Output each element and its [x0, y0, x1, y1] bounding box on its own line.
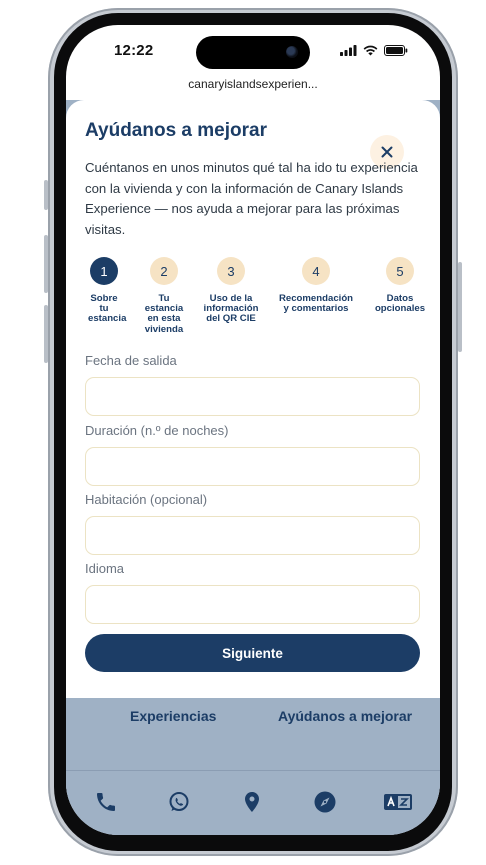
step-label: Datos opcionales — [374, 293, 426, 315]
status-time: 12:22 — [114, 42, 154, 59]
duracion-field[interactable] — [85, 447, 420, 486]
phone-icon[interactable] — [91, 787, 121, 817]
step-2[interactable]: 2 Tu estancia en esta vivienda — [132, 257, 196, 335]
step-number: 4 — [302, 257, 330, 285]
field-label-idioma: Idioma — [85, 561, 125, 576]
step-label: Uso de la información del QR CIE — [203, 293, 259, 325]
step-1[interactable]: 1 Sobre tu estancia — [72, 257, 136, 325]
habitacion-field[interactable] — [85, 516, 420, 555]
wifi-icon — [363, 45, 378, 56]
step-5[interactable]: 5 Datos opcionales — [368, 257, 432, 314]
phone-action-button — [44, 180, 48, 210]
sheet-title: Ayúdanos a mejorar — [85, 120, 267, 141]
battery-icon — [384, 45, 408, 56]
idioma-field[interactable] — [85, 585, 420, 624]
compass-icon[interactable] — [310, 787, 340, 817]
status-icons — [340, 45, 408, 56]
step-3[interactable]: 3 Uso de la información del QR CIE — [199, 257, 263, 325]
camera-icon — [286, 46, 298, 58]
step-label: Recomendación y comentarios — [278, 293, 354, 315]
step-number: 1 — [90, 257, 118, 285]
phone-screen: 12:22 canaryislandsexperien... Experienc… — [66, 25, 440, 835]
signal-icon — [340, 45, 357, 56]
background-links: Experiencias Ayúdanos a mejorar — [66, 705, 440, 745]
browser-url[interactable]: canaryislandsexperien... — [66, 77, 440, 91]
intro-text: Cuéntanos en unos minutos qué tal ha ido… — [85, 160, 418, 237]
field-label-fecha-salida: Fecha de salida — [85, 353, 177, 368]
field-label-duracion: Duración (n.º de noches) — [85, 423, 229, 438]
feedback-sheet: Ayúdanos a mejorar Cuéntanos en unos min… — [66, 100, 440, 698]
step-4[interactable]: 4 Recomendación y comentarios — [276, 257, 356, 314]
step-number: 2 — [150, 257, 178, 285]
phone-volume-up-button — [44, 235, 48, 293]
step-label: Sobre tu estancia — [88, 293, 127, 325]
next-button[interactable]: Siguiente — [85, 634, 420, 672]
translate-icon[interactable] — [382, 787, 416, 817]
dynamic-island — [196, 36, 310, 69]
close-icon — [381, 146, 393, 158]
step-number: 5 — [386, 257, 414, 285]
link-ayudanos[interactable]: Ayúdanos a mejorar — [278, 708, 412, 724]
step-number: 3 — [217, 257, 245, 285]
field-label-habitacion: Habitación (opcional) — [85, 492, 208, 507]
whatsapp-icon[interactable] — [164, 787, 194, 817]
step-label: Tu estancia en esta vivienda — [144, 293, 184, 335]
link-experiencias[interactable]: Experiencias — [130, 708, 216, 724]
fecha-salida-field[interactable] — [85, 377, 420, 416]
location-pin-icon[interactable] — [237, 787, 267, 817]
bottom-nav — [66, 770, 440, 835]
phone-volume-down-button — [44, 305, 48, 363]
phone-power-button — [458, 262, 462, 352]
